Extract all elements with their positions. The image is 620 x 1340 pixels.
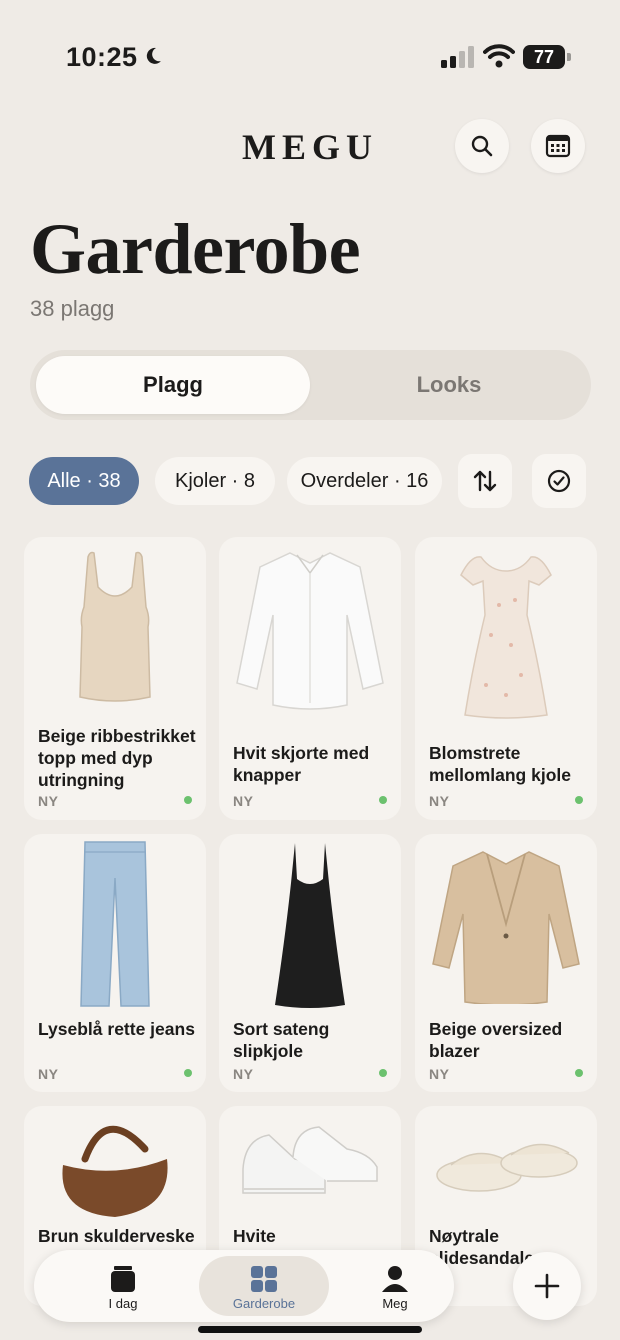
view-segmented-control: Plagg Looks xyxy=(30,350,591,420)
tank-top-icon xyxy=(79,551,151,702)
grid-icon xyxy=(251,1266,277,1292)
search-icon xyxy=(471,135,493,157)
add-item-button[interactable] xyxy=(513,1252,581,1320)
new-indicator-dot xyxy=(184,796,192,804)
new-indicator-dot xyxy=(379,1069,387,1077)
status-time: 10:25 xyxy=(66,42,138,72)
blazer-icon xyxy=(432,851,580,1004)
new-indicator-dot xyxy=(379,796,387,804)
bottom-nav: I dag Garderobe Meg xyxy=(34,1250,454,1322)
tab-looks[interactable]: Looks xyxy=(313,356,585,414)
home-indicator xyxy=(198,1326,422,1333)
nav-today-label: I dag xyxy=(108,1296,138,1311)
item-card[interactable]: Blomstrete mellomlang kjole NY xyxy=(415,537,597,820)
item-count: 38 plagg xyxy=(30,296,115,321)
battery-icon: 77 xyxy=(523,45,571,69)
outfit-icon xyxy=(111,1266,135,1292)
floral-dress-icon xyxy=(460,555,552,719)
new-indicator-dot xyxy=(575,1069,583,1077)
item-card[interactable]: Hvit skjorte med knapper NY xyxy=(219,537,401,820)
signal-icon xyxy=(441,46,474,68)
jeans-icon xyxy=(80,841,150,1007)
wifi-icon xyxy=(483,44,515,68)
item-name: Beige oversized blazer xyxy=(429,1019,563,1061)
shirt-icon xyxy=(236,551,384,710)
item-name: Hvit skjorte med knapper xyxy=(233,743,370,785)
nav-me[interactable]: Meg xyxy=(330,1256,460,1316)
nav-wardrobe[interactable]: Garderobe xyxy=(199,1256,329,1316)
brand-logo: MEGU xyxy=(242,127,378,167)
nav-wardrobe-label: Garderobe xyxy=(232,1296,296,1311)
plus-icon xyxy=(534,1273,560,1299)
new-badge: NY xyxy=(429,1066,450,1082)
select-button[interactable] xyxy=(532,454,586,508)
check-circle-icon xyxy=(547,469,571,493)
new-indicator-dot xyxy=(575,796,583,804)
calendar-icon xyxy=(545,134,571,158)
moon-icon xyxy=(146,47,161,64)
item-image xyxy=(219,537,401,717)
sort-button[interactable] xyxy=(458,454,512,508)
item-card[interactable]: Beige oversized blazer NY xyxy=(415,834,597,1092)
person-icon xyxy=(382,1266,408,1292)
item-card[interactable]: Sort sateng slipkjole NY xyxy=(219,834,401,1092)
search-button[interactable] xyxy=(455,119,509,173)
filter-dresses-chip[interactable]: Kjoler · 8 xyxy=(155,457,275,505)
sneakers-icon xyxy=(242,1125,378,1194)
new-indicator-dot xyxy=(184,1069,192,1077)
calendar-button[interactable] xyxy=(531,119,585,173)
item-image xyxy=(219,834,401,1014)
item-image xyxy=(24,537,206,717)
item-card[interactable]: Lyseblå rette jeans NY xyxy=(24,834,206,1092)
item-image xyxy=(415,537,597,727)
status-bar: 10:25 77 xyxy=(0,0,620,110)
battery-level: 77 xyxy=(533,47,555,67)
item-card[interactable]: Beige ribbestrikket topp med dyp utringn… xyxy=(24,537,206,820)
item-image xyxy=(24,834,206,1014)
page-title: Garderobe xyxy=(30,209,361,289)
item-image xyxy=(24,1106,206,1221)
new-badge: NY xyxy=(38,793,59,809)
tab-items[interactable]: Plagg xyxy=(36,356,310,414)
shoulder-bag-icon xyxy=(62,1125,168,1217)
new-badge: NY xyxy=(233,1066,254,1082)
new-badge: NY xyxy=(429,793,450,809)
filter-all-chip[interactable]: Alle · 38 xyxy=(29,457,139,505)
item-image xyxy=(219,1106,401,1221)
nav-me-label: Meg xyxy=(382,1296,408,1311)
new-badge: NY xyxy=(38,1066,59,1082)
new-badge: NY xyxy=(233,793,254,809)
item-name: Sort sateng slipkjole xyxy=(233,1019,330,1061)
slip-dress-icon xyxy=(275,843,345,1008)
sort-icon xyxy=(473,470,497,492)
filter-tops-chip[interactable]: Overdeler · 16 xyxy=(287,457,442,505)
slide-sandals-icon xyxy=(436,1143,578,1192)
item-name: Beige ribbestrikket topp med dyp utringn… xyxy=(38,726,196,790)
item-image xyxy=(415,834,597,1014)
item-image xyxy=(415,1106,597,1221)
item-name: Brun skulderveske xyxy=(38,1226,195,1246)
item-name: Lyseblå rette jeans xyxy=(38,1019,195,1039)
item-name: Blomstrete mellomlang kjole xyxy=(429,743,571,785)
nav-today[interactable]: I dag xyxy=(58,1256,188,1316)
